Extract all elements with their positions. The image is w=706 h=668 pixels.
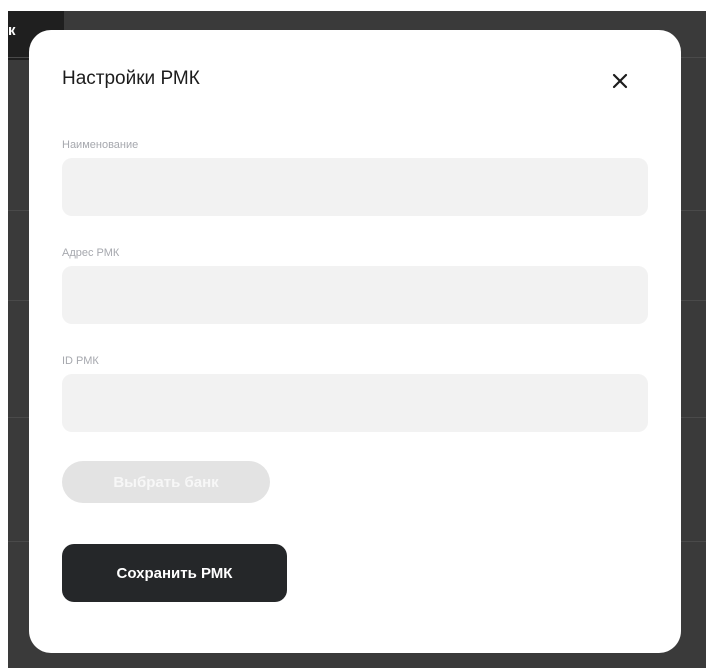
id-field[interactable] — [62, 374, 648, 432]
modal-title: Настройки РМК — [62, 68, 200, 89]
address-field[interactable] — [62, 266, 648, 324]
save-button[interactable]: Сохранить РМК — [62, 544, 287, 602]
close-icon — [612, 73, 628, 89]
name-field-label: Наименование — [62, 139, 139, 151]
address-field-label: Адрес РМК — [62, 247, 120, 259]
background-tab-label: к — [8, 22, 16, 39]
settings-modal: Настройки РМК Наименование Адрес РМК ID … — [29, 30, 681, 653]
id-field-label: ID РМК — [62, 355, 99, 367]
name-field[interactable] — [62, 158, 648, 216]
choose-bank-button[interactable]: Выбрать банк — [62, 461, 270, 503]
close-button[interactable] — [607, 68, 633, 94]
